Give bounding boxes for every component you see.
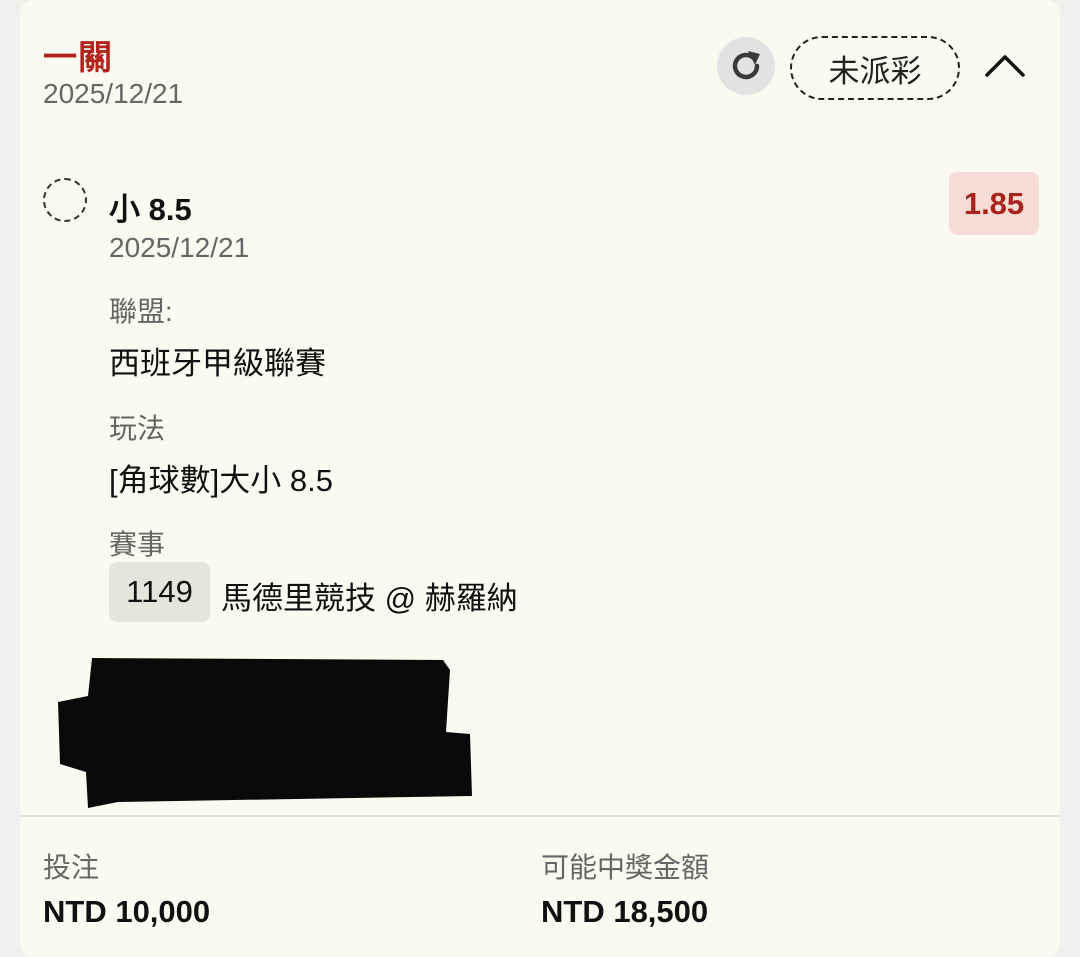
chevron-up-icon [985,55,1025,77]
stake-label: 投注 [43,852,100,883]
footer-divider [20,815,1060,817]
refresh-button[interactable] [717,37,775,95]
selection-date: 2025/12/21 [109,232,250,263]
payout-label: 可能中獎金額 [541,852,710,883]
odds-badge: 1.85 [949,172,1039,235]
bet-card: 一關 2025/12/21 未派彩 小 8.5 2025/12/21 1.85 … [20,0,1060,957]
bet-date: 2025/12/21 [43,78,184,109]
market-value: [角球數]大小 8.5 [109,463,333,498]
collapse-button[interactable] [980,45,1030,85]
selection-name: 小 8.5 [109,192,192,227]
league-label: 聯盟: [109,296,173,327]
stake-value: NTD 10,000 [43,894,211,929]
refresh-icon [732,51,760,80]
match-id-badge: 1149 [109,562,210,622]
event-label: 賽事 [109,529,166,560]
league-value: 西班牙甲級聯賽 [109,346,326,381]
match-name: 馬德里競技 @ 赫羅納 [221,581,518,616]
status-badge: 未派彩 [790,36,960,100]
pending-circle-icon [43,178,87,222]
market-label: 玩法 [109,413,166,444]
redaction-mark [58,658,472,808]
bet-type-title: 一關 [43,39,113,77]
payout-value: NTD 18,500 [541,894,709,929]
